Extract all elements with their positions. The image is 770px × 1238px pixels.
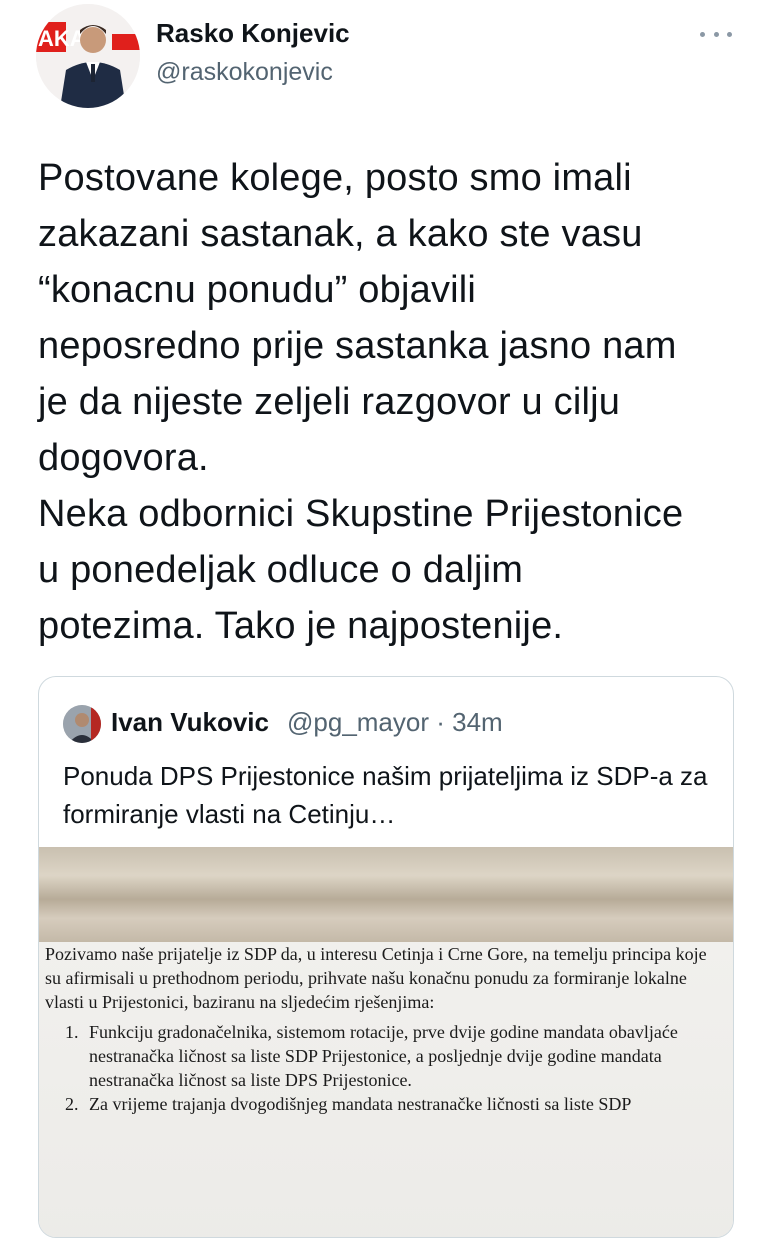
document-list: 1. Funkciju gradonačelnika, sistemom rot… (45, 1020, 725, 1116)
quoted-tweet-header: Ivan Vukovic @pg_mayor · 34m (63, 705, 713, 745)
more-options-icon[interactable] (700, 24, 732, 44)
document-list-number: 2. (65, 1094, 79, 1114)
document-list-text: Funkciju gradonačelnika, sistemom rotaci… (89, 1022, 678, 1090)
image-tape-strip (39, 847, 733, 942)
author-name[interactable]: Rasko Konjevic (156, 18, 350, 49)
document-intro: Pozivamo naše prijatelje iz SDP da, u in… (45, 944, 707, 1012)
quoted-tweet-image[interactable]: Pozivamo naše prijatelje iz SDP da, u in… (39, 847, 733, 1237)
tweet-text: Postovane kolege, posto smo imali zakaza… (38, 157, 684, 647)
quoted-tweet-text: Ponuda DPS Prijestonice našim prijatelji… (63, 761, 708, 829)
quoted-tweet-card[interactable]: Ivan Vukovic @pg_mayor · 34m Ponuda DPS … (38, 676, 734, 1238)
document-list-number: 1. (65, 1022, 79, 1042)
document-list-item: 2. Za vrijeme trajanja dvogodišnjeg mand… (45, 1092, 725, 1116)
author-avatar[interactable]: AKA (36, 4, 140, 108)
document-list-item: 1. Funkciju gradonačelnika, sistemom rot… (45, 1020, 725, 1092)
tweet-header: AKA Rasko Konjevic @raskokonjevic (0, 0, 770, 120)
more-dot (713, 31, 719, 37)
document-list-text: Za vrijeme trajanja dvogodišnjeg mandata… (89, 1094, 632, 1114)
avatar-banner-text: AKA (38, 26, 86, 51)
author-avatar-image: AKA (36, 4, 140, 108)
quoted-author-name: Ivan Vukovic (111, 707, 269, 737)
quoted-author-avatar-image (63, 705, 101, 743)
quoted-author-avatar (63, 705, 101, 743)
quoted-author-meta: @pg_mayor · 34m (287, 707, 503, 737)
more-dot (700, 31, 705, 37)
document-text: Pozivamo naše prijatelje iz SDP da, u in… (45, 942, 725, 1116)
author-handle[interactable]: @raskokonjevic (156, 58, 333, 87)
more-dot (727, 31, 732, 37)
